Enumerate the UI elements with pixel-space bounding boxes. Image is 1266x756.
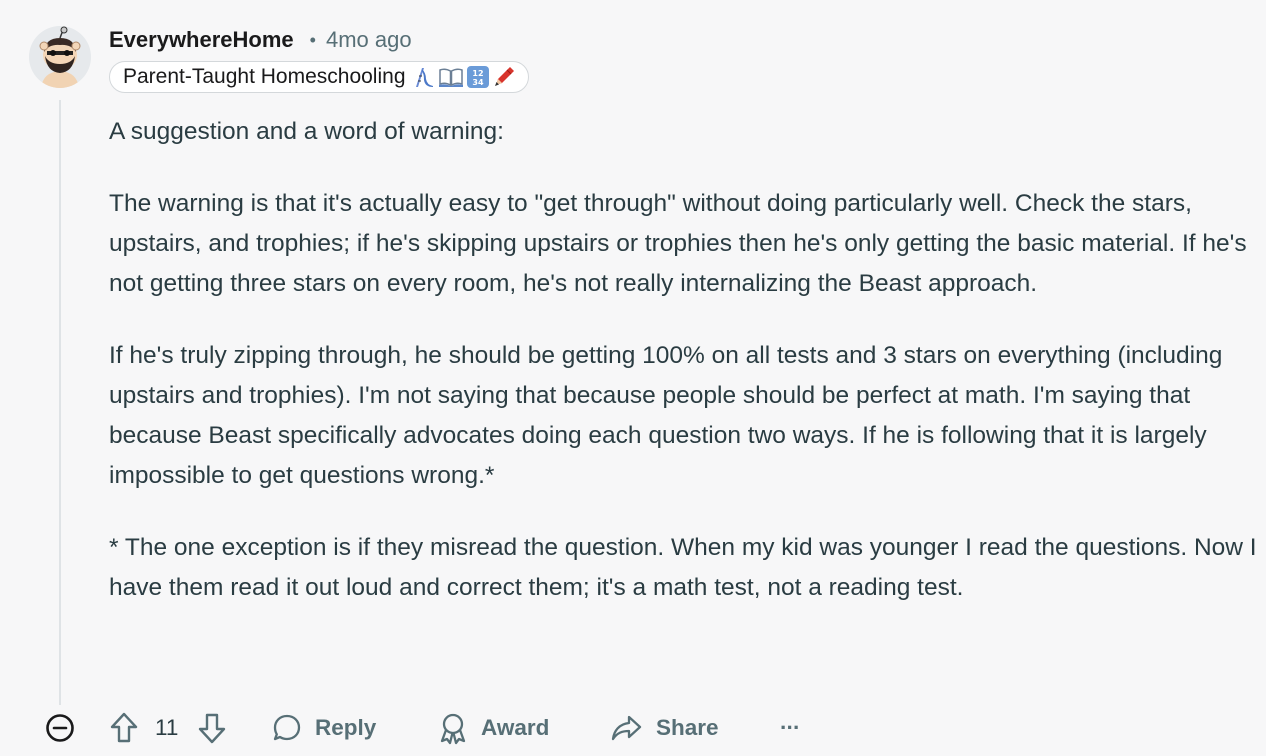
collapse-button[interactable] <box>45 706 75 750</box>
comment: EverywhereHome • 4mo ago Parent-Taught H… <box>0 0 1266 756</box>
share-label: Share <box>656 715 719 740</box>
thread-line[interactable] <box>59 100 61 705</box>
open-book-icon <box>438 68 463 87</box>
flair-emojis: 12 34 <box>412 65 516 89</box>
comment-paragraph-1: A suggestion and a word of warning: <box>109 118 504 145</box>
vote-count: 11 <box>155 715 179 740</box>
user-flair: Parent-Taught Homeschooling 12 34 <box>109 61 529 93</box>
comment-actions: 11 Reply Award Share ··· <box>40 706 840 750</box>
comment-body: A suggestion and a word of warning: The … <box>109 112 1259 640</box>
input-numbers-icon: 12 34 <box>466 66 489 88</box>
share-button[interactable]: Share <box>610 706 719 750</box>
award-button[interactable]: Award <box>437 706 549 750</box>
svg-text:34: 34 <box>472 78 484 87</box>
more-options-button[interactable]: ··· <box>780 706 801 750</box>
snoo-avatar-icon <box>29 26 91 88</box>
flair-text: Parent-Taught Homeschooling <box>123 65 406 88</box>
downvote-arrow-icon <box>198 713 226 744</box>
separator-dot: • <box>309 29 316 50</box>
comment-paragraph-3: If he's truly zipping through, he should… <box>109 342 1223 489</box>
award-ribbon-icon <box>440 713 466 745</box>
award-label: Award <box>481 715 550 740</box>
avatar[interactable] <box>29 26 91 88</box>
reply-button[interactable]: Reply <box>271 706 376 750</box>
timestamp[interactable]: 4mo ago <box>326 27 412 53</box>
comment-paragraph-2: The warning is that it's actually easy t… <box>109 190 1247 297</box>
upvote-button[interactable] <box>108 706 140 750</box>
slide-icon <box>415 68 433 87</box>
username[interactable]: EverywhereHome <box>109 27 294 53</box>
comment-paragraph-4: * The one exception is if they misread t… <box>109 534 1257 601</box>
reply-bubble-icon <box>273 714 301 741</box>
collapse-circle-minus-icon <box>46 714 74 742</box>
comment-header: EverywhereHome • 4mo ago <box>109 26 412 54</box>
svg-text:12: 12 <box>472 69 483 78</box>
red-crayon-icon <box>494 67 514 86</box>
upvote-arrow-icon <box>110 712 138 743</box>
reply-label: Reply <box>315 715 377 740</box>
downvote-button[interactable] <box>196 706 228 750</box>
share-arrow-icon <box>611 715 642 741</box>
